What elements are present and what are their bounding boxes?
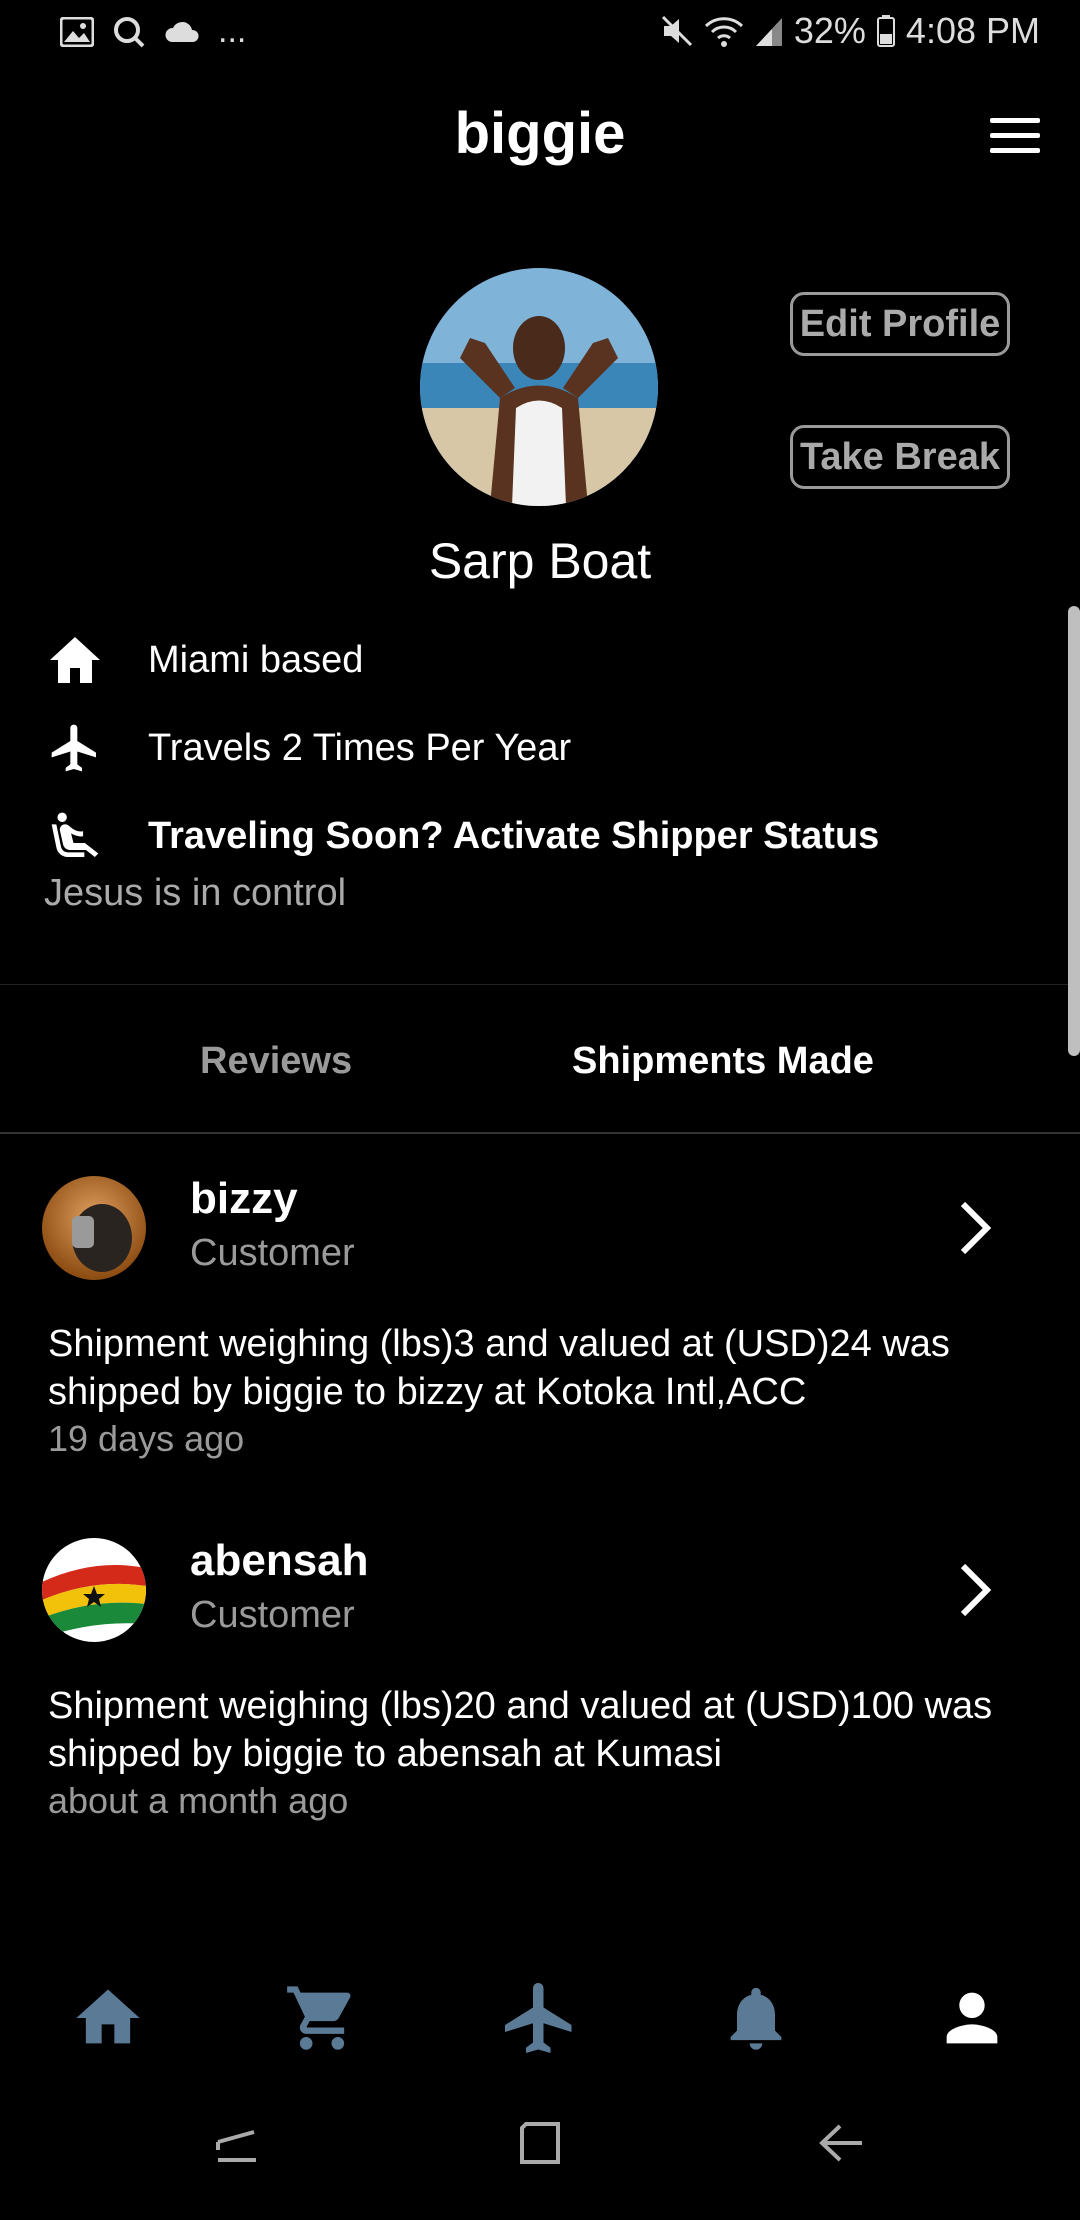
chevron-right-icon[interactable] <box>955 1560 995 1620</box>
nav-profile-icon[interactable] <box>934 1980 1010 2056</box>
user-avatar-abensah[interactable] <box>42 1538 146 1642</box>
nav-airplane-icon[interactable] <box>498 1976 582 2060</box>
status-left: ... <box>60 12 246 51</box>
signal-icon <box>755 18 782 46</box>
status-bar: ... 32% 4:08 PM <box>0 0 1080 66</box>
status-time: 4:08 PM <box>905 10 1040 51</box>
shipment-user-name[interactable]: bizzy <box>190 1174 298 1224</box>
tab-shipments-made[interactable]: Shipments Made <box>572 1040 874 1083</box>
nav-cart-icon[interactable] <box>284 1980 360 2056</box>
nav-home-icon[interactable] <box>70 1980 146 2056</box>
shipper-status-row[interactable]: Traveling Soon? Activate Shipper Status <box>44 808 879 864</box>
cloud-icon <box>165 21 199 42</box>
profile-name: Sarp Boat <box>428 533 652 589</box>
nav-bell-icon[interactable] <box>718 1980 794 2056</box>
shipment-user-role: Customer <box>190 1232 355 1274</box>
travel-row: Travels 2 Times Per Year <box>44 720 571 776</box>
seat-icon <box>51 812 99 857</box>
shipment-description: Shipment weighing (lbs)20 and valued at … <box>48 1685 993 1775</box>
edit-profile-button[interactable]: Edit Profile <box>790 292 1010 356</box>
wifi-icon <box>704 17 743 47</box>
shipment-description: Shipment weighing (lbs)3 and valued at (… <box>48 1323 950 1413</box>
location-row: Miami based <box>44 632 363 688</box>
shipper-status-text[interactable]: Traveling Soon? Activate Shipper Status <box>148 815 879 858</box>
status-right: 32% 4:08 PM <box>660 10 1040 52</box>
battery-icon <box>876 15 895 47</box>
scrollbar-thumb[interactable] <box>1068 606 1080 1056</box>
recents-icon[interactable] <box>214 2120 260 2170</box>
location-text: Miami based <box>148 638 364 681</box>
take-break-button[interactable]: Take Break <box>790 425 1010 489</box>
gallery-icon <box>60 16 94 47</box>
status-overflow: ... <box>218 12 247 50</box>
battery-percent: 32% <box>793 10 866 51</box>
shipment-time: 19 days ago <box>48 1418 245 1459</box>
profile-avatar[interactable] <box>420 268 658 506</box>
chevron-right-icon[interactable] <box>955 1198 995 1258</box>
app-title: biggie <box>454 101 626 166</box>
search-app-icon <box>114 16 145 47</box>
profile-bio: Jesus is in control <box>44 872 347 914</box>
hamburger-menu-icon[interactable] <box>990 118 1040 154</box>
airplane-icon <box>51 724 96 772</box>
tab-divider <box>0 1132 1080 1134</box>
shipment-user-name[interactable]: abensah <box>190 1536 369 1586</box>
tab-reviews[interactable]: Reviews <box>200 1040 352 1083</box>
travel-frequency-text: Travels 2 Times Per Year <box>148 726 572 769</box>
home-icon <box>50 637 100 683</box>
mute-icon <box>661 15 692 47</box>
home-button-icon[interactable] <box>518 2120 564 2166</box>
user-avatar-bizzy[interactable] <box>42 1176 146 1280</box>
section-divider <box>0 984 1068 985</box>
shipment-time: about a month ago <box>48 1780 349 1821</box>
shipment-user-role: Customer <box>190 1594 355 1636</box>
back-icon[interactable] <box>818 2120 866 2166</box>
